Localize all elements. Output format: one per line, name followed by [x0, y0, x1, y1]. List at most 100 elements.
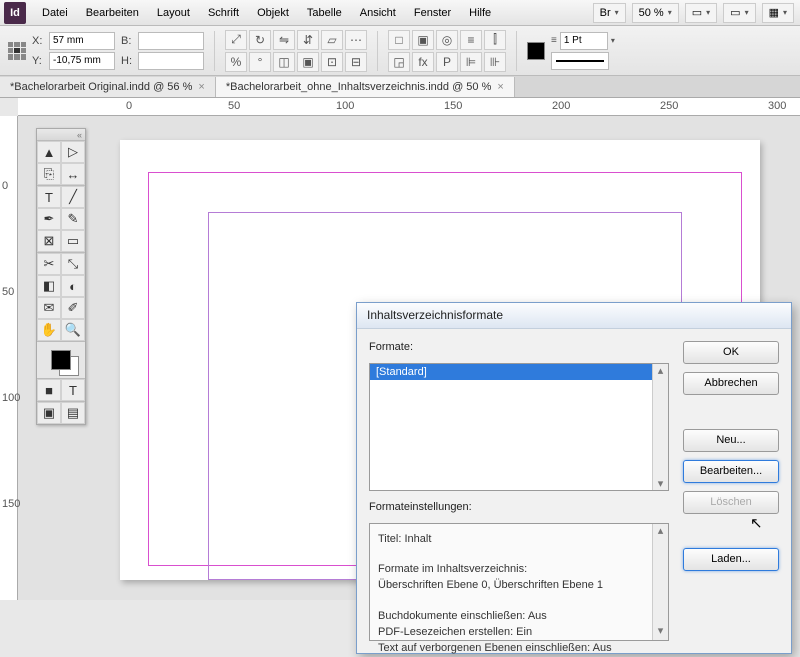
ruler-tick: 300 [768, 100, 786, 112]
load-button[interactable]: Laden... [683, 548, 779, 571]
opts-icon[interactable]: ⋯ [345, 30, 367, 50]
menu-schrift[interactable]: Schrift [200, 3, 247, 23]
settings-label: Formateinstellungen: [369, 501, 669, 513]
new-button[interactable]: Neu... [683, 429, 779, 452]
scroll-up-icon[interactable]: ▴ [658, 524, 664, 540]
p-icon[interactable]: P [436, 52, 458, 72]
select-content-icon[interactable]: ◫ [273, 52, 295, 72]
x-input[interactable] [49, 32, 115, 50]
menu-tabelle[interactable]: Tabelle [299, 3, 350, 23]
menu-datei[interactable]: Datei [34, 3, 76, 23]
scroll-down-icon[interactable]: ▾ [658, 477, 664, 490]
screen-mode-button[interactable]: ▭▾ [723, 3, 755, 23]
fit-content-icon[interactable]: ⊡ [321, 52, 343, 72]
ruler-tick: 0 [126, 100, 132, 112]
align-icon[interactable]: ⊫ [460, 52, 482, 72]
apply-color-icon[interactable]: ■ [37, 379, 61, 401]
scissors-tool-icon[interactable]: ✂ [37, 253, 61, 275]
settings-line: Überschriften Ebene 0, Überschriften Ebe… [378, 578, 660, 594]
edit-button[interactable]: Bearbeiten... [683, 460, 779, 483]
tab-label: *Bachelorarbeit Original.indd @ 56 % [10, 81, 192, 93]
x-label: X: [32, 35, 46, 47]
scroll-up-icon[interactable]: ▴ [658, 364, 664, 377]
wrap-jump-icon[interactable]: ≡ [460, 30, 482, 50]
formats-listbox[interactable]: [Standard] ▴▾ [369, 363, 669, 491]
formats-label: Formate: [369, 341, 669, 353]
rotate2-icon[interactable]: ° [249, 52, 271, 72]
doc-tab-2[interactable]: *Bachelorarbeit_ohne_Inhaltsverzeichnis.… [216, 77, 515, 97]
gradient-swatch-tool-icon[interactable]: ◧ [37, 275, 61, 297]
gradient-feather-tool-icon[interactable]: ◐ [61, 275, 85, 297]
workspace: 0 50 100 150 « ▲ ▷ ⎘ ↔ T ╱ ✒ ✎ ⊠ ▭ ✂ ⤡ ◧… [0, 116, 800, 600]
hand-tool-icon[interactable]: ✋ [37, 319, 61, 341]
select-container-icon[interactable]: ▣ [297, 52, 319, 72]
chevron-down-icon[interactable]: ▾ [611, 36, 615, 45]
apply-text-icon[interactable]: T [61, 379, 85, 401]
ok-button[interactable]: OK [683, 341, 779, 364]
pen-tool-icon[interactable]: ✒ [37, 208, 61, 230]
line-tool-icon[interactable]: ╱ [61, 186, 85, 208]
menu-ansicht[interactable]: Ansicht [352, 3, 404, 23]
wrap-shape-icon[interactable]: ◎ [436, 30, 458, 50]
delete-button[interactable]: Löschen [683, 491, 779, 514]
fill-stroke-swatch[interactable] [37, 342, 85, 378]
page-tool-icon[interactable]: ⎘ [37, 163, 61, 185]
free-transform-tool-icon[interactable]: ⤡ [61, 253, 85, 275]
view-mode-button[interactable]: ▭▾ [685, 3, 717, 23]
doc-tab-1[interactable]: *Bachelorarbeit Original.indd @ 56 % × [0, 77, 216, 97]
reference-point-icon[interactable] [8, 42, 26, 60]
rotate-icon[interactable]: ↻ [249, 30, 271, 50]
preview-view-icon[interactable]: ▤ [61, 402, 85, 424]
height-input[interactable] [138, 52, 204, 70]
menu-objekt[interactable]: Objekt [249, 3, 297, 23]
gap-tool-icon[interactable]: ↔ [61, 163, 85, 185]
tab-label: *Bachelorarbeit_ohne_Inhaltsverzeichnis.… [226, 81, 492, 93]
zoom-dropdown[interactable]: 50 %▾ [632, 3, 679, 23]
close-icon[interactable]: × [497, 81, 503, 93]
horizontal-ruler[interactable]: 0 50 100 150 200 250 300 [18, 98, 800, 116]
rectangle-frame-tool-icon[interactable]: ⊠ [37, 230, 61, 252]
format-item-standard[interactable]: [Standard] [370, 364, 668, 380]
wrap-column-icon[interactable]: ⫿ [484, 30, 506, 50]
chevron-down-icon: ▾ [668, 8, 672, 17]
scrollbar[interactable]: ▴▾ [652, 524, 668, 640]
type-tool-icon[interactable]: T [37, 186, 61, 208]
corner-icon[interactable]: ◲ [388, 52, 410, 72]
wrap-bbox-icon[interactable]: ▣ [412, 30, 434, 50]
menu-layout[interactable]: Layout [149, 3, 198, 23]
stroke-weight-input[interactable] [560, 32, 608, 50]
scale-icon[interactable]: ⤢ [225, 30, 247, 50]
eyedropper-tool-icon[interactable]: ✐ [61, 297, 85, 319]
vertical-ruler[interactable]: 0 50 100 150 [0, 116, 18, 600]
selection-tool-icon[interactable]: ▲ [37, 141, 61, 163]
shear-icon[interactable]: ▱ [321, 30, 343, 50]
rectangle-tool-icon[interactable]: ▭ [61, 230, 85, 252]
flip-h-icon[interactable]: ⇋ [273, 30, 295, 50]
wrap-none-icon[interactable]: □ [388, 30, 410, 50]
note-tool-icon[interactable]: ✉ [37, 297, 61, 319]
scroll-down-icon[interactable]: ▾ [658, 624, 664, 640]
scrollbar[interactable]: ▴▾ [652, 364, 668, 490]
effects-icon[interactable]: fx [412, 52, 434, 72]
bridge-button[interactable]: Br▾ [593, 3, 626, 23]
arrange-button[interactable]: ▦▾ [762, 3, 794, 23]
flip-v-icon[interactable]: ⇵ [297, 30, 319, 50]
zoom-tool-icon[interactable]: 🔍 [61, 319, 85, 341]
fit-frame-icon[interactable]: ⊟ [345, 52, 367, 72]
panel-collapse-icon[interactable]: « [37, 129, 85, 141]
fill-swatch[interactable] [527, 42, 545, 60]
direct-selection-tool-icon[interactable]: ▷ [61, 141, 85, 163]
scale2-icon[interactable]: % [225, 52, 247, 72]
width-input[interactable] [138, 32, 204, 50]
close-icon[interactable]: × [198, 81, 204, 93]
normal-view-icon[interactable]: ▣ [37, 402, 61, 424]
stroke-style-dropdown[interactable] [551, 52, 609, 70]
menu-bearbeiten[interactable]: Bearbeiten [78, 3, 147, 23]
pencil-tool-icon[interactable]: ✎ [61, 208, 85, 230]
cancel-button[interactable]: Abbrechen [683, 372, 779, 395]
distribute-icon[interactable]: ⊪ [484, 52, 506, 72]
menu-fenster[interactable]: Fenster [406, 3, 459, 23]
menu-hilfe[interactable]: Hilfe [461, 3, 499, 23]
y-input[interactable] [49, 52, 115, 70]
chevron-down-icon: ▾ [615, 8, 619, 17]
